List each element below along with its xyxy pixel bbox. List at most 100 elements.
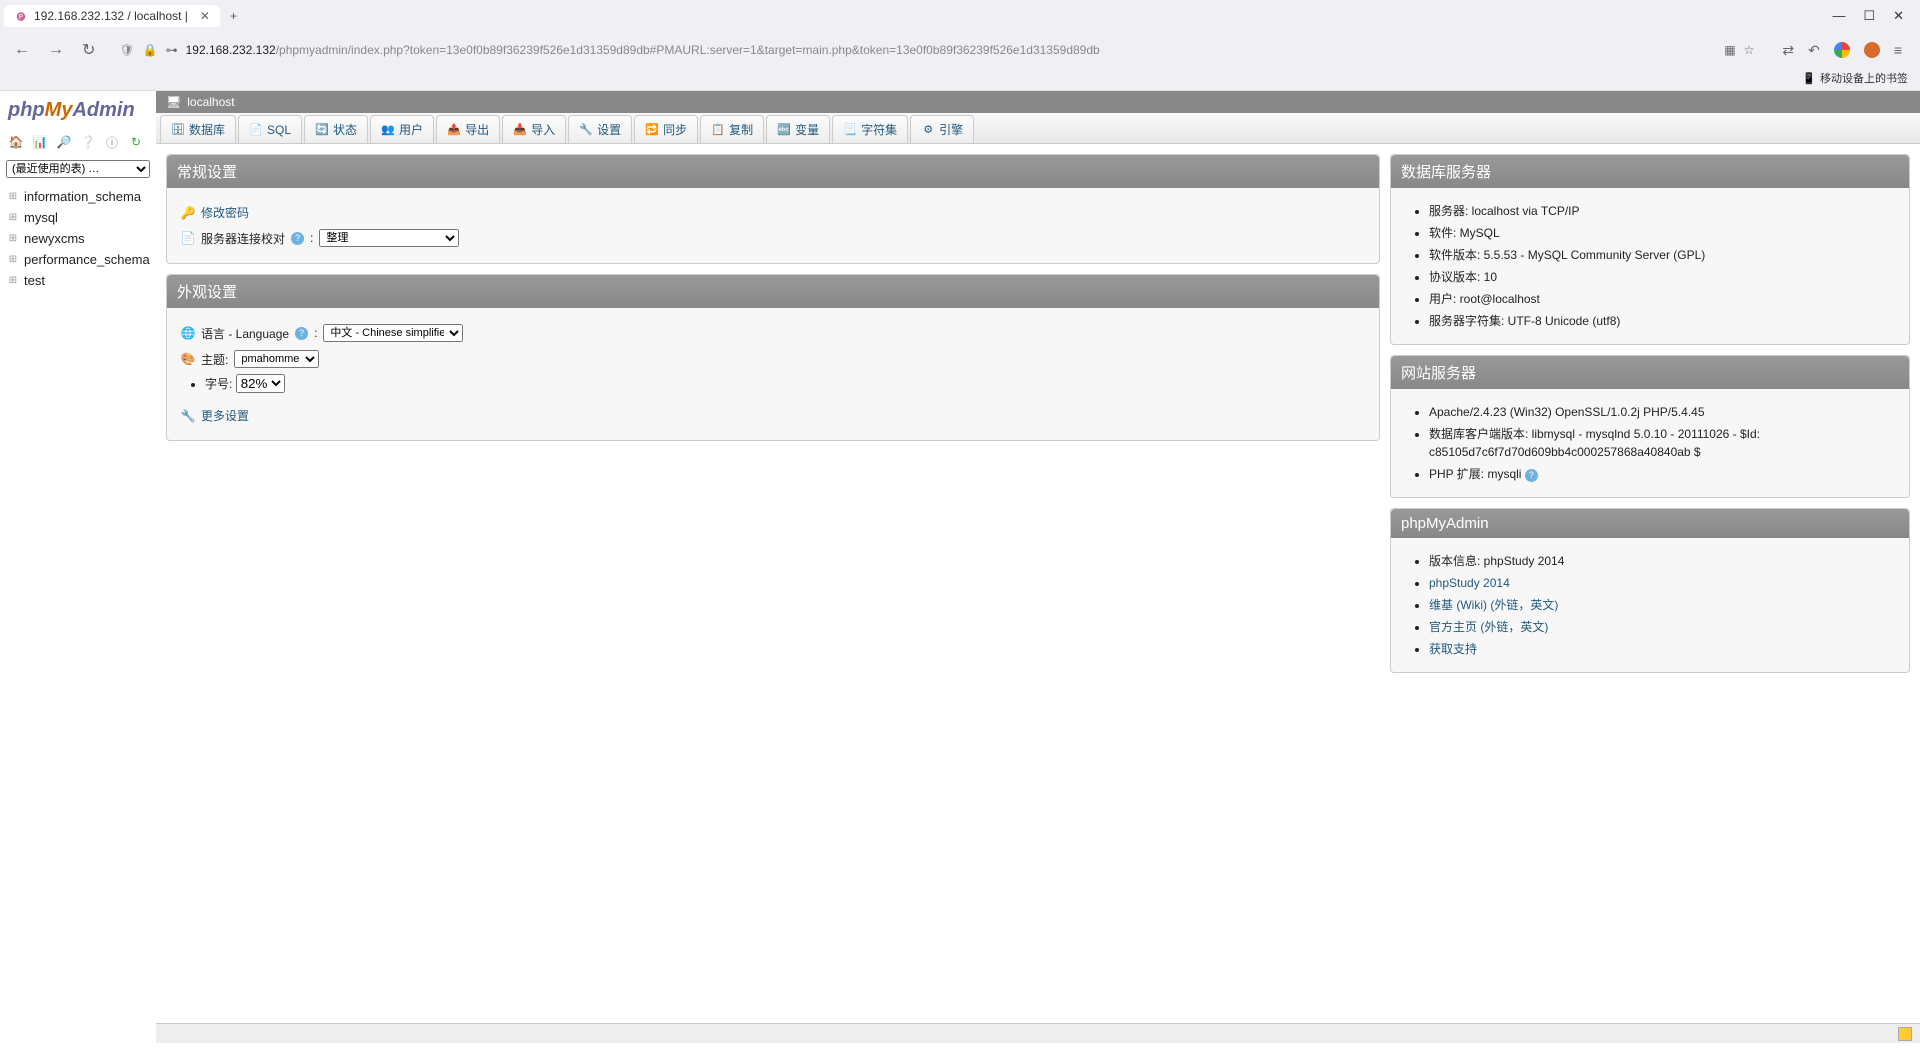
mobile-bookmarks-link[interactable]: 📱 移动设备上的书签 <box>1802 70 1908 86</box>
tab-字符集[interactable]: 📃 字符集 <box>832 115 908 143</box>
charset-icon: 📃 <box>843 123 857 137</box>
tab-用户[interactable]: 👥 用户 <box>370 115 434 143</box>
export-icon: 📤 <box>447 123 461 137</box>
db-item[interactable]: ⊞information_schema <box>6 186 150 207</box>
back-icon[interactable]: ← <box>10 37 34 63</box>
tab-label: SQL <box>267 123 291 137</box>
list-item: 软件: MySQL <box>1429 222 1895 244</box>
tab-变量[interactable]: 🔤变量 <box>766 115 830 143</box>
tab-数据库[interactable]: 🗄 数据库 <box>160 115 236 143</box>
sql-doc-icon[interactable]: ⓘ <box>104 134 120 150</box>
footer-bar <box>156 1023 1920 1043</box>
panel-title: 外观设置 <box>167 275 1379 308</box>
info-link[interactable]: 维基 (Wiki) (外链，英文) <box>1429 598 1558 612</box>
list-item: 数据库客户端版本: libmysql - mysqlnd 5.0.10 - 20… <box>1429 423 1895 463</box>
db-item[interactable]: ⊞test <box>6 270 150 291</box>
sql-icon: 📄 <box>249 123 263 137</box>
info-link[interactable]: 官方主页 (外链，英文) <box>1429 620 1548 634</box>
database-icon: 🗄 <box>171 123 185 137</box>
bookmark-star-icon[interactable]: ☆ <box>1744 43 1755 57</box>
sync-icon: 🔁 <box>645 123 659 137</box>
theme-select[interactable]: pmahomme <box>234 350 319 368</box>
tab-设置[interactable]: 🔧 设置 <box>568 115 632 143</box>
settings-icon: 🔧 <box>579 123 593 137</box>
new-tab-button[interactable]: + <box>220 5 247 27</box>
logout-icon[interactable]: 📊 <box>32 134 48 150</box>
tab-导出[interactable]: 📤导出 <box>436 115 500 143</box>
info-link[interactable]: phpStudy 2014 <box>1429 576 1510 590</box>
language-label: 语言 - Language <box>201 325 289 342</box>
maximize-icon[interactable]: ☐ <box>1863 8 1875 24</box>
variables-icon: 🔤 <box>777 123 791 137</box>
list-item: 服务器字符集: UTF-8 Unicode (utf8) <box>1429 310 1895 332</box>
tab-label: 用户 <box>399 121 423 138</box>
tab-label: 引擎 <box>939 121 963 138</box>
panel-title: 数据库服务器 <box>1391 155 1909 188</box>
list-item: 获取支持 <box>1429 638 1895 660</box>
theme-icon: 🎨 <box>181 352 195 366</box>
users-icon: 👥 <box>381 123 395 137</box>
language-select[interactable]: 中文 - Chinese simplified <box>323 324 463 342</box>
db-item[interactable]: ⊞mysql <box>6 207 150 228</box>
fontsize-select[interactable]: 82% <box>236 374 285 393</box>
reload-icon[interactable]: ↻ <box>78 36 99 64</box>
list-item: 官方主页 (外链，英文) <box>1429 616 1895 638</box>
home-icon[interactable]: 🏠 <box>8 134 24 150</box>
footer-note-icon[interactable] <box>1898 1027 1912 1041</box>
list-item: 服务器: localhost via TCP/IP <box>1429 200 1895 222</box>
chrome-ext-icon[interactable] <box>1834 42 1850 58</box>
db-item[interactable]: ⊞newyxcms <box>6 228 150 249</box>
fontsize-label: 字号: <box>205 377 232 391</box>
minimize-icon[interactable]: — <box>1832 8 1845 24</box>
recent-tables-select[interactable]: (最近使用的表) … <box>6 160 150 178</box>
change-password-link[interactable]: 修改密码 <box>201 204 249 221</box>
tab-导入[interactable]: 📥导入 <box>502 115 566 143</box>
collation-select[interactable]: 整理 <box>319 229 459 247</box>
undo-icon[interactable]: ↶ <box>1808 42 1820 59</box>
list-item: Apache/2.4.23 (Win32) OpenSSL/1.0.2j PHP… <box>1429 401 1895 423</box>
help-icon[interactable]: ? <box>1525 469 1538 482</box>
general-settings-panel: 常规设置 🔑 修改密码 📄 服务器连接校对 ? : 整理 <box>166 154 1380 264</box>
tab-同步[interactable]: 🔁同步 <box>634 115 698 143</box>
db-name: mysql <box>24 210 58 225</box>
qr-icon[interactable]: ▦ <box>1724 43 1735 57</box>
info-link[interactable]: 获取支持 <box>1429 642 1477 656</box>
tab-label: 设置 <box>597 121 621 138</box>
wrench-icon: 🔧 <box>181 409 195 423</box>
reload-nav-icon[interactable]: ↻ <box>128 134 144 150</box>
db-name: information_schema <box>24 189 141 204</box>
collation-icon: 📄 <box>181 231 195 245</box>
help-icon[interactable]: ? <box>291 232 304 245</box>
db-item[interactable]: ⊞performance_schema <box>6 249 150 270</box>
breadcrumb-server[interactable]: localhost <box>187 95 234 109</box>
tab-复制[interactable]: 📋复制 <box>700 115 764 143</box>
browser-tab[interactable]: 🅟 192.168.232.132 / localhost | ✕ <box>4 5 220 27</box>
url-bar[interactable]: 🛡 🔒 ⊶ 192.168.232.132/phpmyadmin/index.p… <box>109 39 1764 61</box>
tab-SQL[interactable]: 📄 SQL <box>238 115 302 143</box>
forward-icon[interactable]: → <box>44 37 68 63</box>
key-icon: ⊶ <box>166 43 178 57</box>
close-tab-icon[interactable]: ✕ <box>200 9 210 23</box>
list-item: PHP 扩展: mysqli ? <box>1429 463 1895 485</box>
help-icon[interactable]: ? <box>295 327 308 340</box>
language-icon: 🌐 <box>181 326 195 340</box>
plus-icon: ⊞ <box>6 274 20 288</box>
tab-label: 字符集 <box>861 121 897 138</box>
ext2-icon[interactable] <box>1864 42 1880 58</box>
url-text: 192.168.232.132/phpmyadmin/index.php?tok… <box>186 43 1717 57</box>
tab-状态[interactable]: 🔄状态 <box>304 115 368 143</box>
panel-title: phpMyAdmin <box>1391 509 1909 538</box>
close-window-icon[interactable]: ✕ <box>1893 8 1904 24</box>
list-item: 维基 (Wiki) (外链，英文) <box>1429 594 1895 616</box>
plus-icon: ⊞ <box>6 253 20 267</box>
tab-label: 数据库 <box>189 121 225 138</box>
pma-logo: phpMyAdmin <box>6 95 150 130</box>
menu-icon[interactable]: ≡ <box>1894 42 1902 58</box>
docs-icon[interactable]: ❔ <box>80 134 96 150</box>
list-item: 软件版本: 5.5.53 - MySQL Community Server (G… <box>1429 244 1895 266</box>
pocket-icon[interactable]: ⇄ <box>1782 42 1794 59</box>
more-settings-link[interactable]: 更多设置 <box>201 407 249 424</box>
tab-引擎[interactable]: ⚙引擎 <box>910 115 974 143</box>
query-icon[interactable]: 🔎 <box>56 134 72 150</box>
favicon-icon: 🅟 <box>14 9 28 23</box>
